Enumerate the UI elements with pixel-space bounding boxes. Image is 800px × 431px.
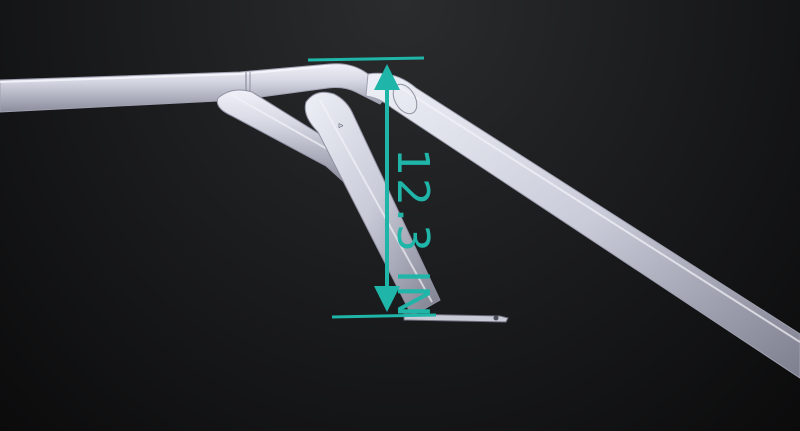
bolt-hole-marker [493,315,499,321]
part-mark-text: ᐅ [338,122,343,130]
cad-model-view[interactable]: ᐅ 12.3 IN [0,0,800,431]
cad-viewport[interactable]: ᐅ 12.3 IN [0,0,800,431]
dimension-value: 12.3 IN [387,148,438,320]
dimension-extension-line-top [307,56,425,62]
